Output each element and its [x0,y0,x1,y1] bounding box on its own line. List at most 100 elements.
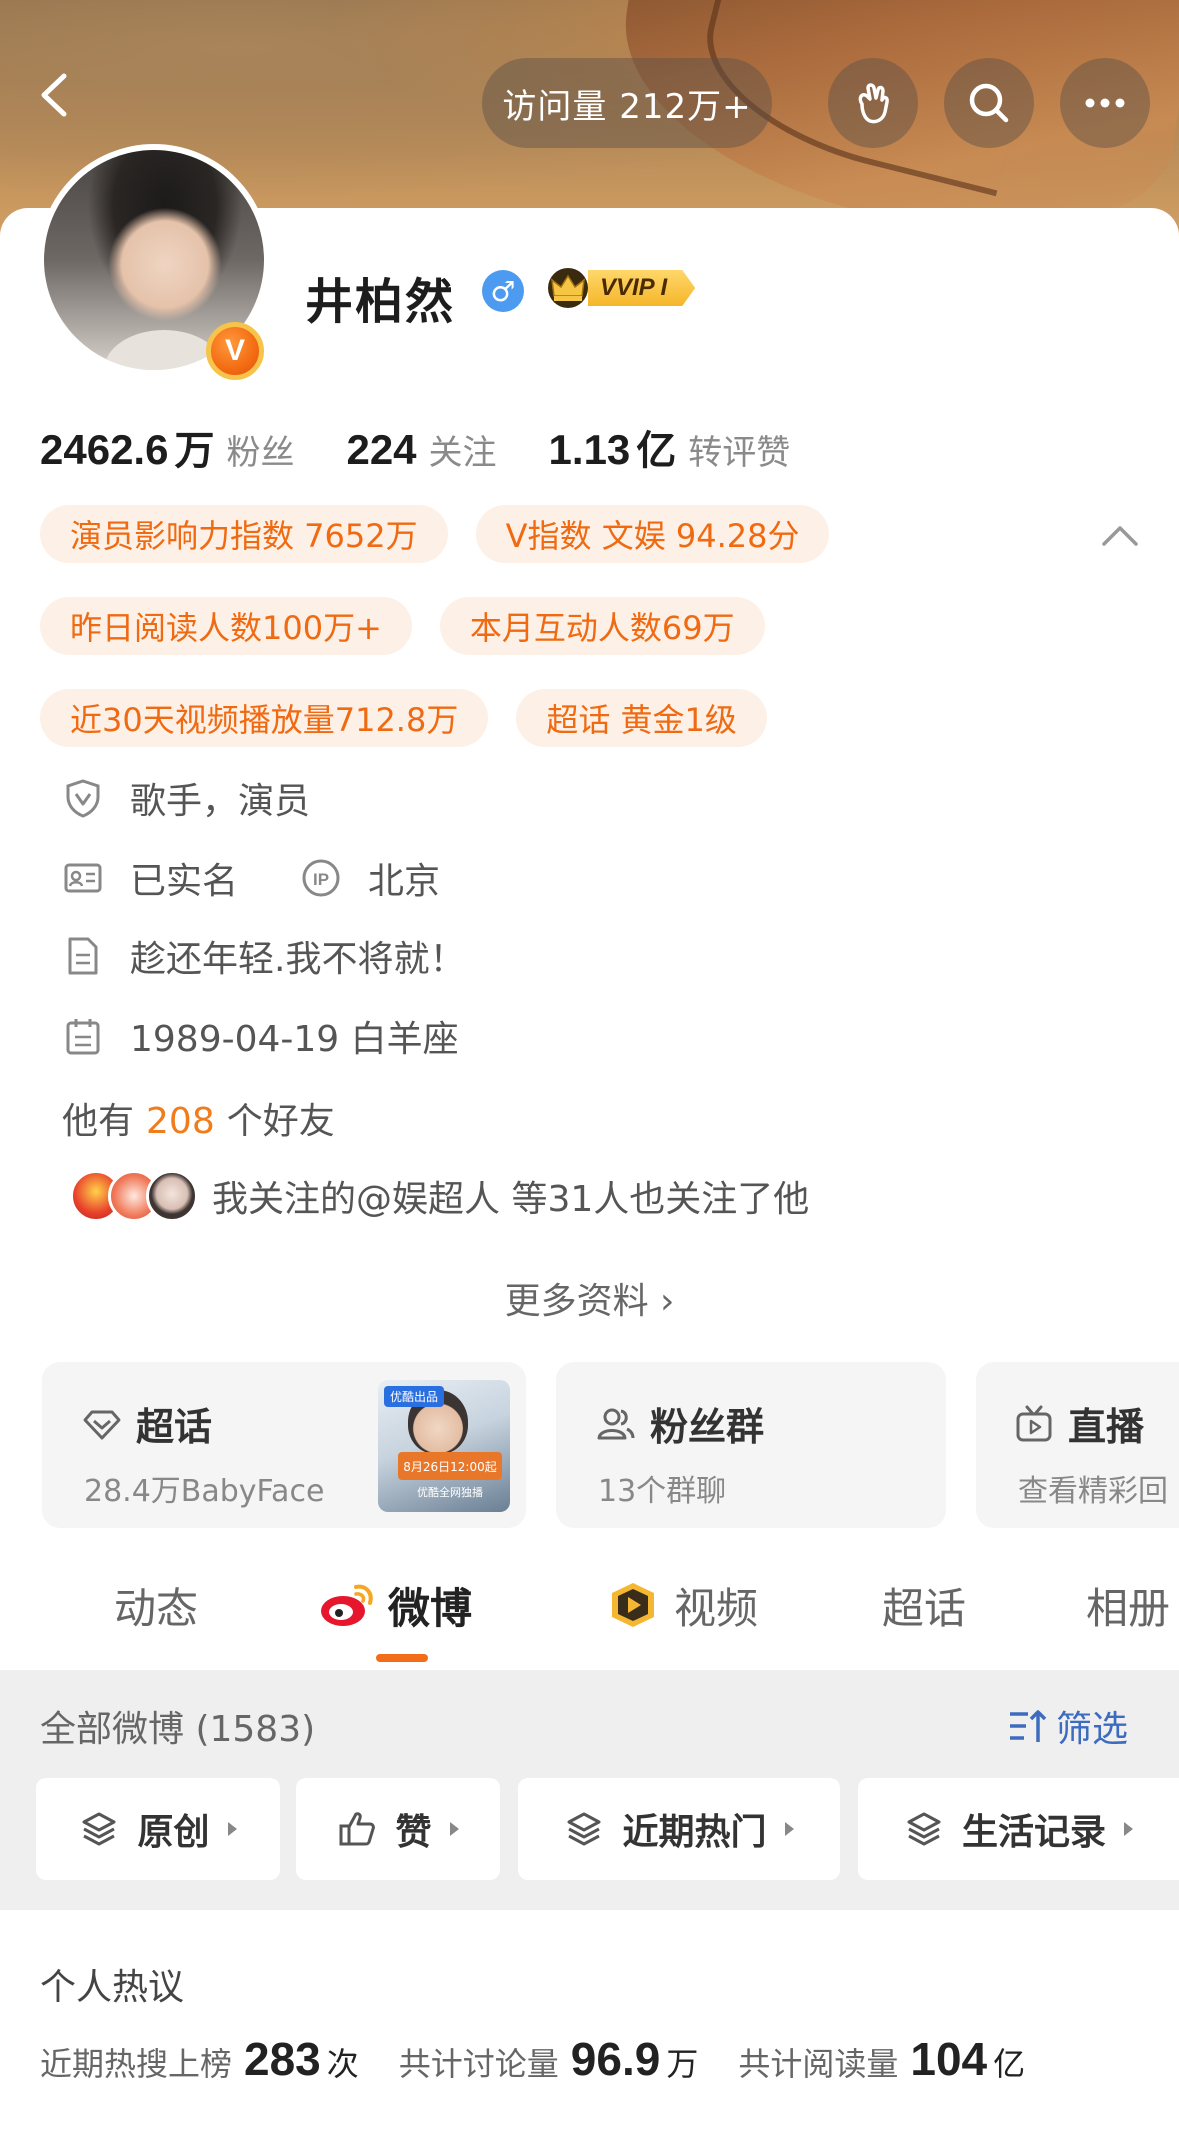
vvip-label: VVIP I [588,270,696,306]
live-card[interactable]: 直播 查看精彩回 [976,1362,1179,1528]
tab-supertopic[interactable]: 超话 [882,1570,966,1640]
stat-following-num: 224 [346,426,417,473]
tab-video[interactable]: 视频 [604,1570,758,1640]
stat-interactions[interactable]: 1.13 亿 转评赞 [549,418,791,476]
tab-weibo[interactable]: 微博 [318,1570,472,1640]
layers-icon [907,1812,941,1846]
tag-row: 演员影响力指数 7652万 V指数 文娱 94.28分 [40,505,1140,563]
hot-discussion-title: 个人热议 [40,1967,185,2008]
discussion-label: 共计讨论量 [398,2045,559,2083]
tab-album[interactable]: 相册 [1086,1570,1170,1640]
tv-play-icon [1016,1405,1052,1441]
profile-stats: 2462.6 万 粉丝 224 关注 1.13 亿 转评赞 [40,418,842,476]
birthday-text: 1989-04-19 白羊座 [130,1019,459,1060]
fan-group-sub: 13个群聊 [598,1474,727,1509]
stat-interactions-label: 转评赞 [688,433,791,473]
poster-band: 8月26日12:00起 [398,1452,502,1480]
more-dots-icon [1085,98,1125,108]
chip-life-record[interactable]: 生活记录 [858,1778,1179,1880]
vvip-badge[interactable]: VVIP I [542,266,696,310]
stat-fans-unit: 万 [174,428,215,474]
weibo-logo-icon [321,1584,373,1626]
caret-right-icon [227,1822,237,1836]
discussion-num: 96.9 [570,2033,661,2085]
calendar-icon [66,1019,100,1055]
stat-fans-label: 粉丝 [226,433,295,473]
ip-location-text: 北京 [368,861,441,902]
caret-right-icon [449,1822,459,1836]
poke-button[interactable] [828,58,918,148]
id-card-icon [64,863,102,893]
supertopic-title: 超话 [82,1396,212,1451]
tag-v-index[interactable]: V指数 文娱 94.28分 [475,505,830,563]
tab-weibo-label: 微博 [388,1583,473,1633]
fan-group-title-text: 粉丝群 [650,1405,765,1449]
tag-row: 昨日阅读人数100万+ 本月互动人数69万 [40,597,1140,655]
live-sub: 查看精彩回 [1018,1474,1168,1509]
stat-following-label: 关注 [428,433,497,473]
poster-sub: 优酷全网独播 [417,1486,483,1499]
stat-interactions-num: 1.13 [548,426,631,473]
tag-video-plays[interactable]: 近30天视频播放量712.8万 [40,689,489,747]
gender-symbol: ♂ [490,274,516,308]
svg-text:IP: IP [313,870,329,889]
chip-life-record-label: 生活记录 [961,1812,1106,1853]
tag-monthly-interactions[interactable]: 本月互动人数69万 [439,597,765,655]
hot-search-num: 283 [244,2033,321,2085]
visit-count-pill[interactable]: 访问量 212万+ [482,58,772,148]
tag-supertopic-level[interactable]: 超话 黄金1级 [516,689,767,747]
verified-v-badge: V [206,322,264,380]
chip-original[interactable]: 原创 [36,1778,280,1880]
hot-search-label: 近期热搜上榜 [40,2045,233,2083]
reads-unit: 亿 [993,2045,1026,2083]
chip-trending[interactable]: 近期热门 [518,1778,840,1880]
filter-label: 筛选 [1056,1709,1129,1750]
mutual-followers[interactable]: 我关注的@娱超人 等31人也关注了他 [70,1170,809,1222]
chip-likes-label: 赞 [395,1812,432,1853]
more-options-button[interactable] [1060,58,1150,148]
chip-original-label: 原创 [137,1812,210,1853]
tag-yesterday-readers[interactable]: 昨日阅读人数100万+ [40,597,412,655]
chip-likes[interactable]: 赞 [296,1778,500,1880]
layers-icon [567,1812,601,1846]
active-tab-indicator [376,1654,428,1662]
reads-num: 104 [910,2033,988,2085]
tab-video-label: 视频 [674,1583,759,1633]
chevron-left-icon [41,73,67,117]
supertopic-title-text: 超话 [136,1405,213,1449]
friends-suffix: 个好友 [226,1101,335,1142]
filter-sort-icon [1010,1710,1047,1742]
discussion-unit: 万 [666,2045,699,2083]
supertopic-card[interactable]: 超话 28.4万BabyFace 优酷出品 8月26日12:00起 优酷全网独播 [42,1362,526,1528]
thumbs-up-icon [339,1812,376,1846]
info-birthday: 1989-04-19 白羊座 [62,1010,459,1062]
back-button[interactable] [30,70,80,120]
stat-following[interactable]: 224 关注 [346,425,496,474]
verified-v-text: V [224,334,245,367]
bio-text: 趁还年轻.我不将就！ [130,939,466,980]
tag-row: 近30天视频播放量712.8万 超话 黄金1级 [40,689,1140,747]
visit-count-label: 访问量 212万+ [502,86,752,127]
all-weibo-count: 全部微博 (1583) [40,1709,316,1750]
filter-button[interactable]: 筛选 [1006,1700,1128,1752]
search-button[interactable] [944,58,1034,148]
caret-right-icon [1124,1822,1133,1836]
tab-feed[interactable]: 动态 [114,1570,198,1640]
chevron-up-icon[interactable] [1100,520,1140,550]
supertopic-sub: 28.4万BabyFace [84,1474,325,1509]
chip-trending-label: 近期热门 [622,1812,767,1853]
poke-hand-icon [858,83,889,124]
profile-tags: 演员影响力指数 7652万 V指数 文娱 94.28分 昨日阅读人数100万+ … [40,505,1140,781]
live-title: 直播 [1014,1396,1144,1451]
mutual-text: 我关注的@娱超人 等31人也关注了他 [212,1179,810,1220]
fan-group-card[interactable]: 粉丝群 13个群聊 [556,1362,946,1528]
stat-fans[interactable]: 2462.6 万 粉丝 [40,418,294,476]
friends-prefix: 他有 [62,1101,135,1142]
info-bio: 趁还年轻.我不将就！ [62,930,465,982]
ip-location-icon: IP [302,859,340,897]
more-info-link[interactable]: 更多资料 › [0,1272,1179,1324]
fan-group-title: 粉丝群 [596,1396,764,1451]
friends-count[interactable]: 他有 208 个好友 [62,1092,335,1144]
hot-search-unit: 次 [326,2045,359,2083]
tag-actor-influence[interactable]: 演员影响力指数 7652万 [40,505,448,563]
